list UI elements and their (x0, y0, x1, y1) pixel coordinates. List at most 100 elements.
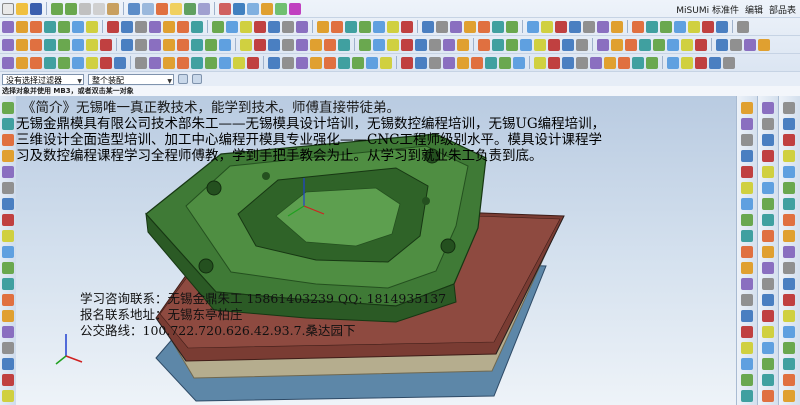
resource-tool-icon[interactable] (762, 358, 774, 370)
resource-tool-icon[interactable] (741, 198, 753, 210)
toolbar-tool-icon[interactable] (646, 20, 658, 33)
toolbar-tool-icon[interactable] (436, 20, 448, 33)
toolbar-tool-icon[interactable] (709, 56, 721, 69)
toolbar-tool-icon[interactable] (240, 20, 252, 33)
resource-tool-icon[interactable] (762, 118, 774, 130)
toolbar-tool-icon[interactable] (548, 38, 560, 51)
toolbar-tool-icon[interactable] (177, 38, 189, 51)
toolbar-tool-icon[interactable] (562, 56, 574, 69)
toolbar-tool-icon[interactable] (646, 56, 658, 69)
menu-edit[interactable]: 编辑 (745, 3, 763, 16)
resource-tool-icon[interactable] (741, 134, 753, 146)
resource-tool-icon[interactable] (783, 166, 795, 178)
fit-icon[interactable] (156, 2, 168, 15)
toolbar-tool-icon[interactable] (702, 20, 714, 33)
resource-tool-icon[interactable] (762, 262, 774, 274)
toolbar-tool-icon[interactable] (296, 56, 308, 69)
undo-icon[interactable] (51, 2, 63, 15)
toolbar-tool-icon[interactable] (478, 20, 490, 33)
toolbar-tool-icon[interactable] (590, 56, 602, 69)
resource-tool-icon[interactable] (2, 150, 14, 162)
toolbar-tool-icon[interactable] (366, 56, 378, 69)
toolbar-tool-icon[interactable] (660, 20, 672, 33)
resource-tool-icon[interactable] (783, 326, 795, 338)
toolbar-tool-icon[interactable] (282, 38, 294, 51)
toolbar-tool-icon[interactable] (254, 20, 266, 33)
resource-tool-icon[interactable] (2, 198, 14, 210)
resource-tool-icon[interactable] (762, 310, 774, 322)
resource-tool-icon[interactable] (783, 230, 795, 242)
resource-tool-icon[interactable] (2, 134, 14, 146)
toolbar-tool-icon[interactable] (604, 56, 616, 69)
toolbar-tool-icon[interactable] (352, 56, 364, 69)
toolbar-tool-icon[interactable] (58, 38, 70, 51)
toolbar-tool-icon[interactable] (240, 38, 252, 51)
toolbar-tool-icon[interactable] (247, 56, 259, 69)
resource-tool-icon[interactable] (741, 374, 753, 386)
resource-tool-icon[interactable] (762, 214, 774, 226)
toolbar-tool-icon[interactable] (429, 56, 441, 69)
toolbar-tool-icon[interactable] (114, 56, 126, 69)
toolbar-tool-icon[interactable] (569, 20, 581, 33)
resource-tool-icon[interactable] (783, 198, 795, 210)
toolbar-tool-icon[interactable] (121, 38, 133, 51)
toolbar-tool-icon[interactable] (296, 38, 308, 51)
resource-tool-icon[interactable] (2, 166, 14, 178)
toolbar-tool-icon[interactable] (695, 56, 707, 69)
toolbar-tool-icon[interactable] (338, 56, 350, 69)
resource-tool-icon[interactable] (762, 342, 774, 354)
new-file-icon[interactable] (2, 2, 14, 15)
toolbar-tool-icon[interactable] (30, 56, 42, 69)
toolbar-tool-icon[interactable] (86, 20, 98, 33)
toolbar-tool-icon[interactable] (555, 20, 567, 33)
open-file-icon[interactable] (16, 2, 28, 15)
resource-tool-icon[interactable] (783, 390, 795, 402)
toolbar-tool-icon[interactable] (177, 20, 189, 33)
paste-icon[interactable] (107, 2, 119, 15)
resource-tool-icon[interactable] (741, 150, 753, 162)
toolbar-tool-icon[interactable] (107, 20, 119, 33)
resource-tool-icon[interactable] (783, 374, 795, 386)
toolbar-tool-icon[interactable] (422, 20, 434, 33)
resource-tool-icon[interactable] (762, 326, 774, 338)
toolbar-tool-icon[interactable] (16, 20, 28, 33)
toolbar-tool-icon[interactable] (695, 38, 707, 51)
resource-tool-icon[interactable] (762, 102, 774, 114)
analysis-icon[interactable] (261, 2, 273, 15)
toolbar-tool-icon[interactable] (135, 20, 147, 33)
toolbar-tool-icon[interactable] (219, 56, 231, 69)
toolbar-tool-icon[interactable] (282, 20, 294, 33)
graphics-viewport[interactable]: 《简介》无锡唯一真正教技术，能学到技术。师傅直接带徒弟。 无锡金鼎模具有限公司技… (16, 96, 736, 405)
resource-tool-icon[interactable] (741, 102, 753, 114)
toolbar-tool-icon[interactable] (268, 56, 280, 69)
toolbar-tool-icon[interactable] (681, 38, 693, 51)
toolbar-tool-icon[interactable] (44, 20, 56, 33)
toolbar-tool-icon[interactable] (478, 38, 490, 51)
menu-misumi[interactable]: MiSUMi 标准件 (676, 3, 739, 16)
toolbar-tool-icon[interactable] (324, 56, 336, 69)
toolbar-tool-icon[interactable] (576, 38, 588, 51)
toolbar-tool-icon[interactable] (212, 20, 224, 33)
toolbar-tool-icon[interactable] (44, 56, 56, 69)
resource-tool-icon[interactable] (783, 214, 795, 226)
resource-tool-icon[interactable] (741, 262, 753, 274)
cut-icon[interactable] (79, 2, 91, 15)
toolbar-tool-icon[interactable] (450, 20, 462, 33)
resource-tool-icon[interactable] (783, 182, 795, 194)
toolbar-tool-icon[interactable] (471, 56, 483, 69)
toolbar-tool-icon[interactable] (534, 38, 546, 51)
toolbar-tool-icon[interactable] (541, 20, 553, 33)
save-icon[interactable] (30, 2, 42, 15)
resource-tool-icon[interactable] (741, 166, 753, 178)
resource-tool-icon[interactable] (741, 182, 753, 194)
menu-parts-list[interactable]: 部品表 (769, 3, 796, 16)
resource-tool-icon[interactable] (2, 326, 14, 338)
toolbar-tool-icon[interactable] (30, 38, 42, 51)
resource-tool-icon[interactable] (762, 134, 774, 146)
resource-tool-icon[interactable] (741, 390, 753, 402)
resource-tool-icon[interactable] (2, 182, 14, 194)
toolbar-tool-icon[interactable] (100, 56, 112, 69)
wireframe-icon[interactable] (142, 2, 154, 15)
toolbar-tool-icon[interactable] (72, 38, 84, 51)
select-all-icon[interactable] (178, 74, 188, 84)
